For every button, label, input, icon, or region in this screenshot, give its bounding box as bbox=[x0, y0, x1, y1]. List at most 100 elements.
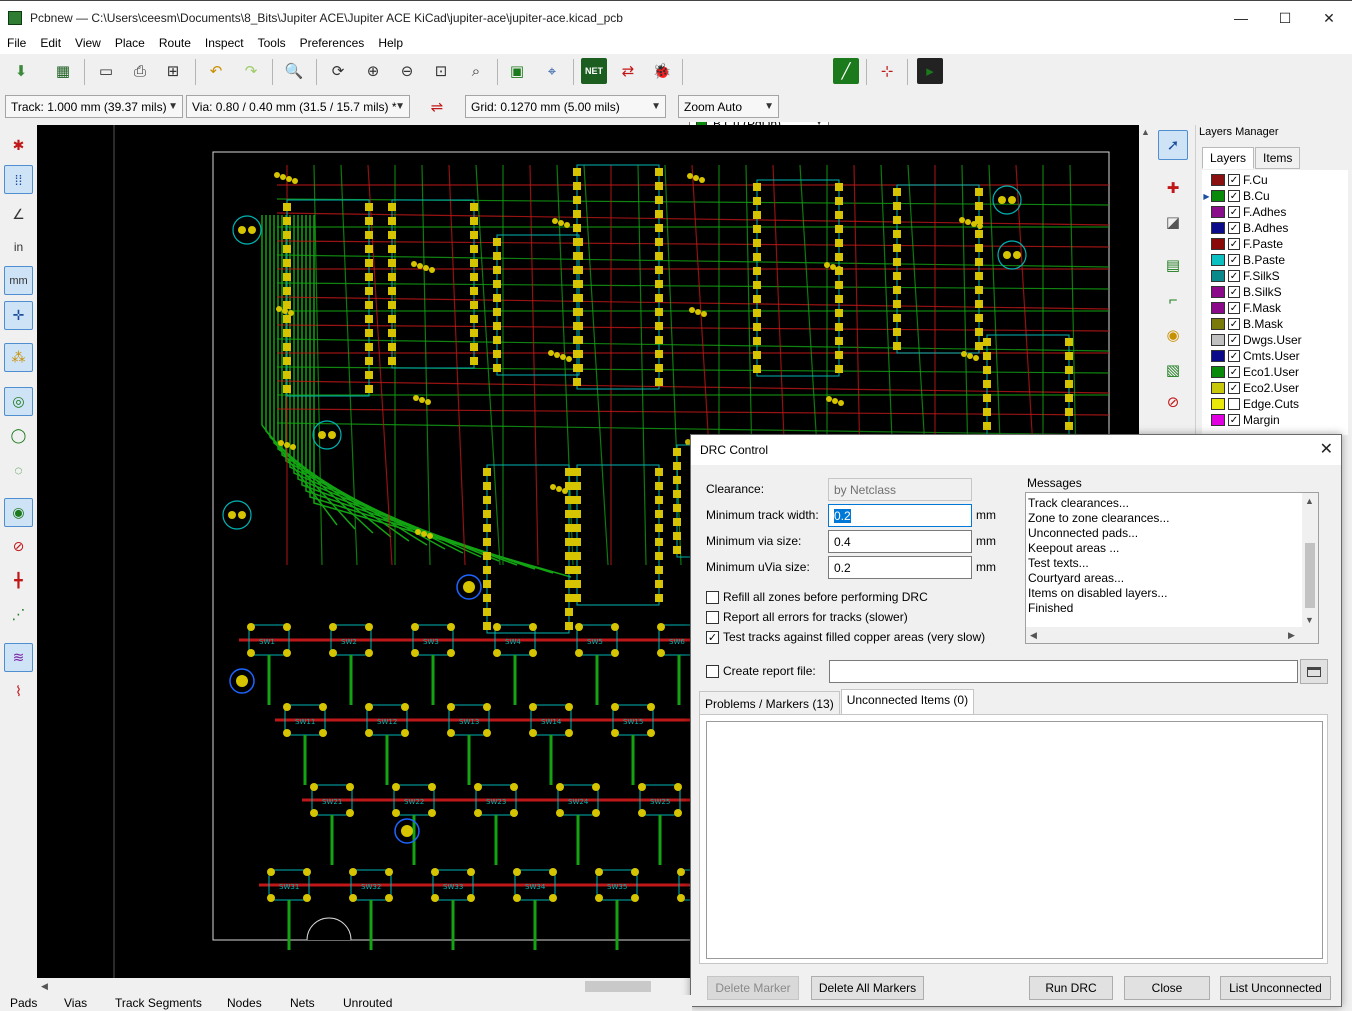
tab-layers[interactable]: Layers bbox=[1202, 147, 1255, 169]
layer-visibility-checkbox[interactable]: ✓ bbox=[1228, 190, 1240, 202]
menu-file[interactable]: File bbox=[0, 34, 33, 54]
tab-items[interactable]: Items bbox=[1255, 147, 1301, 169]
page-settings-icon[interactable]: ▭ bbox=[93, 58, 119, 84]
layer-row-edge-cuts[interactable]: Edge.Cuts bbox=[1202, 396, 1348, 412]
drc-markers-icon[interactable]: ✱ bbox=[4, 131, 33, 160]
board-setup-icon[interactable]: ▦ bbox=[50, 58, 76, 84]
layer-row-b-adhes[interactable]: ✓ B.Adhes bbox=[1202, 220, 1348, 236]
scripting-console-icon[interactable]: ▸ bbox=[917, 58, 943, 84]
vias-sketch-icon[interactable]: ⊘ bbox=[4, 532, 33, 561]
layer-color-swatch[interactable] bbox=[1211, 398, 1225, 410]
plot-icon[interactable]: ⊞ bbox=[160, 58, 186, 84]
zoom-selection-icon[interactable]: ⌕ bbox=[463, 58, 489, 84]
layer-visibility-checkbox[interactable]: ✓ bbox=[1228, 270, 1240, 282]
grid-toggle-icon[interactable]: ⁞⁞ bbox=[4, 165, 33, 194]
min-uvia-size-input[interactable]: 0.2 bbox=[828, 556, 972, 579]
layer-visibility-checkbox[interactable]: ✓ bbox=[1228, 206, 1240, 218]
find-icon[interactable]: 🔍 bbox=[281, 58, 307, 84]
menu-view[interactable]: View bbox=[68, 34, 108, 54]
layer-row-b-paste[interactable]: ✓ B.Paste bbox=[1202, 252, 1348, 268]
report-file-path-input[interactable] bbox=[829, 660, 1298, 683]
layer-row-b-mask[interactable]: ✓ B.Mask bbox=[1202, 316, 1348, 332]
tab-problems-markers[interactable]: Problems / Markers (13) bbox=[699, 691, 840, 715]
menu-inspect[interactable]: Inspect bbox=[198, 34, 251, 54]
zone-outline-icon[interactable]: ◯ bbox=[4, 421, 33, 450]
zoom-select[interactable]: Zoom Auto ▼ bbox=[678, 95, 779, 118]
highlight-net-icon[interactable]: ◪ bbox=[1158, 207, 1188, 237]
checkbox-box[interactable] bbox=[706, 664, 719, 678]
close-window-button[interactable]: ✕ bbox=[1306, 1, 1352, 35]
save-icon[interactable]: ⬇ bbox=[8, 58, 34, 84]
layer-visibility-checkbox[interactable]: ✓ bbox=[1228, 350, 1240, 362]
min-via-size-input[interactable]: 0.4 bbox=[828, 530, 972, 553]
track-width-select[interactable]: Track: 1.000 mm (39.37 mils) ▼ bbox=[5, 95, 183, 118]
minimize-button[interactable]: — bbox=[1218, 1, 1264, 35]
pads-sketch-icon[interactable]: ◉ bbox=[4, 498, 33, 527]
menu-tools[interactable]: Tools bbox=[251, 34, 293, 54]
microwave-tools-icon[interactable]: ⊹ bbox=[874, 58, 900, 84]
high-contrast-icon[interactable]: ⋰ bbox=[4, 600, 33, 629]
checkbox-box[interactable] bbox=[706, 610, 719, 624]
layer-row-f-cu[interactable]: ✓ F.Cu bbox=[1202, 172, 1348, 188]
grid-select[interactable]: Grid: 0.1270 mm (5.00 mils) ▼ bbox=[465, 95, 666, 118]
netlist-icon[interactable]: NET bbox=[581, 58, 607, 84]
layer-row-b-silks[interactable]: ✓ B.SilkS bbox=[1202, 284, 1348, 300]
zoom-fit-icon[interactable]: ⊡ bbox=[428, 58, 454, 84]
horizontal-scroll-thumb[interactable] bbox=[585, 981, 651, 992]
delete-all-markers-button[interactable]: Delete All Markers bbox=[811, 976, 924, 1000]
layer-pair-icon[interactable]: ╱ bbox=[833, 58, 859, 84]
footprint-editor-icon[interactable]: ▣ bbox=[504, 58, 530, 84]
cursor-shape-icon[interactable]: ✛ bbox=[4, 301, 33, 330]
layer-row-cmts-user[interactable]: ✓ Cmts.User bbox=[1202, 348, 1348, 364]
layer-visibility-checkbox[interactable]: ✓ bbox=[1228, 222, 1240, 234]
update-pcb-icon[interactable]: ⇄ bbox=[615, 58, 641, 84]
layer-visibility-checkbox[interactable]: ✓ bbox=[1228, 238, 1240, 250]
run-drc-button[interactable]: Run DRC bbox=[1029, 976, 1113, 1000]
layer-visibility-checkbox[interactable]: ✓ bbox=[1228, 334, 1240, 346]
ratsnest-icon[interactable]: ⁂ bbox=[4, 343, 33, 372]
layer-row-eco1-user[interactable]: ✓ Eco1.User bbox=[1202, 364, 1348, 380]
layer-color-swatch[interactable] bbox=[1211, 318, 1225, 330]
layer-visibility-checkbox[interactable]: ✓ bbox=[1228, 366, 1240, 378]
layer-row-b-cu[interactable]: ▶ ✓ B.Cu bbox=[1202, 188, 1348, 204]
layers-manager-toggle-icon[interactable]: ≋ bbox=[4, 643, 33, 672]
refill-zones-checkbox[interactable]: Refill all zones before performing DRC bbox=[706, 590, 928, 604]
add-via-icon[interactable]: ◉ bbox=[1158, 320, 1188, 350]
layer-color-swatch[interactable] bbox=[1211, 270, 1225, 282]
layer-row-f-adhes[interactable]: ✓ F.Adhes bbox=[1202, 204, 1348, 220]
layer-visibility-checkbox[interactable]: ✓ bbox=[1228, 254, 1240, 266]
layer-color-swatch[interactable] bbox=[1211, 174, 1225, 186]
zone-fill-icon[interactable]: ◎ bbox=[4, 387, 33, 416]
unconnected-items-list[interactable] bbox=[706, 721, 1323, 959]
layer-row-f-silks[interactable]: ✓ F.SilkS bbox=[1202, 268, 1348, 284]
layer-color-swatch[interactable] bbox=[1211, 222, 1225, 234]
tab-unconnected-items[interactable]: Unconnected Items (0) bbox=[840, 689, 975, 715]
print-icon[interactable]: ⎙ bbox=[127, 58, 153, 84]
layer-row-dwgs-user[interactable]: ✓ Dwgs.User bbox=[1202, 332, 1348, 348]
add-keepout-icon[interactable]: ⊘ bbox=[1158, 387, 1188, 417]
layer-color-swatch[interactable] bbox=[1211, 190, 1225, 202]
add-footprint-icon[interactable]: ▤ bbox=[1158, 250, 1188, 280]
menu-help[interactable]: Help bbox=[371, 34, 410, 54]
units-inch-icon[interactable]: in bbox=[4, 232, 33, 261]
canvas-horizontal-scrollbar[interactable]: ◀ bbox=[37, 978, 692, 995]
maximize-button[interactable]: ☐ bbox=[1262, 1, 1308, 35]
layer-color-swatch[interactable] bbox=[1211, 206, 1225, 218]
browse-report-button[interactable] bbox=[1300, 659, 1328, 684]
menu-place[interactable]: Place bbox=[108, 34, 152, 54]
scroll-up-icon[interactable]: ▲ bbox=[1141, 127, 1150, 137]
messages-vertical-scrollbar[interactable]: ▲ ▼ bbox=[1302, 493, 1318, 628]
layer-row-eco2-user[interactable]: ✓ Eco2.User bbox=[1202, 380, 1348, 396]
units-mm-icon[interactable]: mm bbox=[4, 266, 33, 295]
layer-color-swatch[interactable] bbox=[1211, 382, 1225, 394]
auto-track-width-icon[interactable]: ⇌ bbox=[424, 94, 450, 120]
layer-color-swatch[interactable] bbox=[1211, 414, 1225, 426]
layer-color-swatch[interactable] bbox=[1211, 366, 1225, 378]
select-arrow-icon[interactable]: ➚ bbox=[1158, 130, 1188, 160]
layer-visibility-checkbox[interactable]: ✓ bbox=[1228, 286, 1240, 298]
menu-preferences[interactable]: Preferences bbox=[293, 34, 372, 54]
layer-visibility-checkbox[interactable]: ✓ bbox=[1228, 302, 1240, 314]
scroll-left-icon[interactable]: ◀ bbox=[1030, 630, 1037, 641]
layer-color-swatch[interactable] bbox=[1211, 286, 1225, 298]
undo-icon[interactable]: ↶ bbox=[203, 58, 229, 84]
